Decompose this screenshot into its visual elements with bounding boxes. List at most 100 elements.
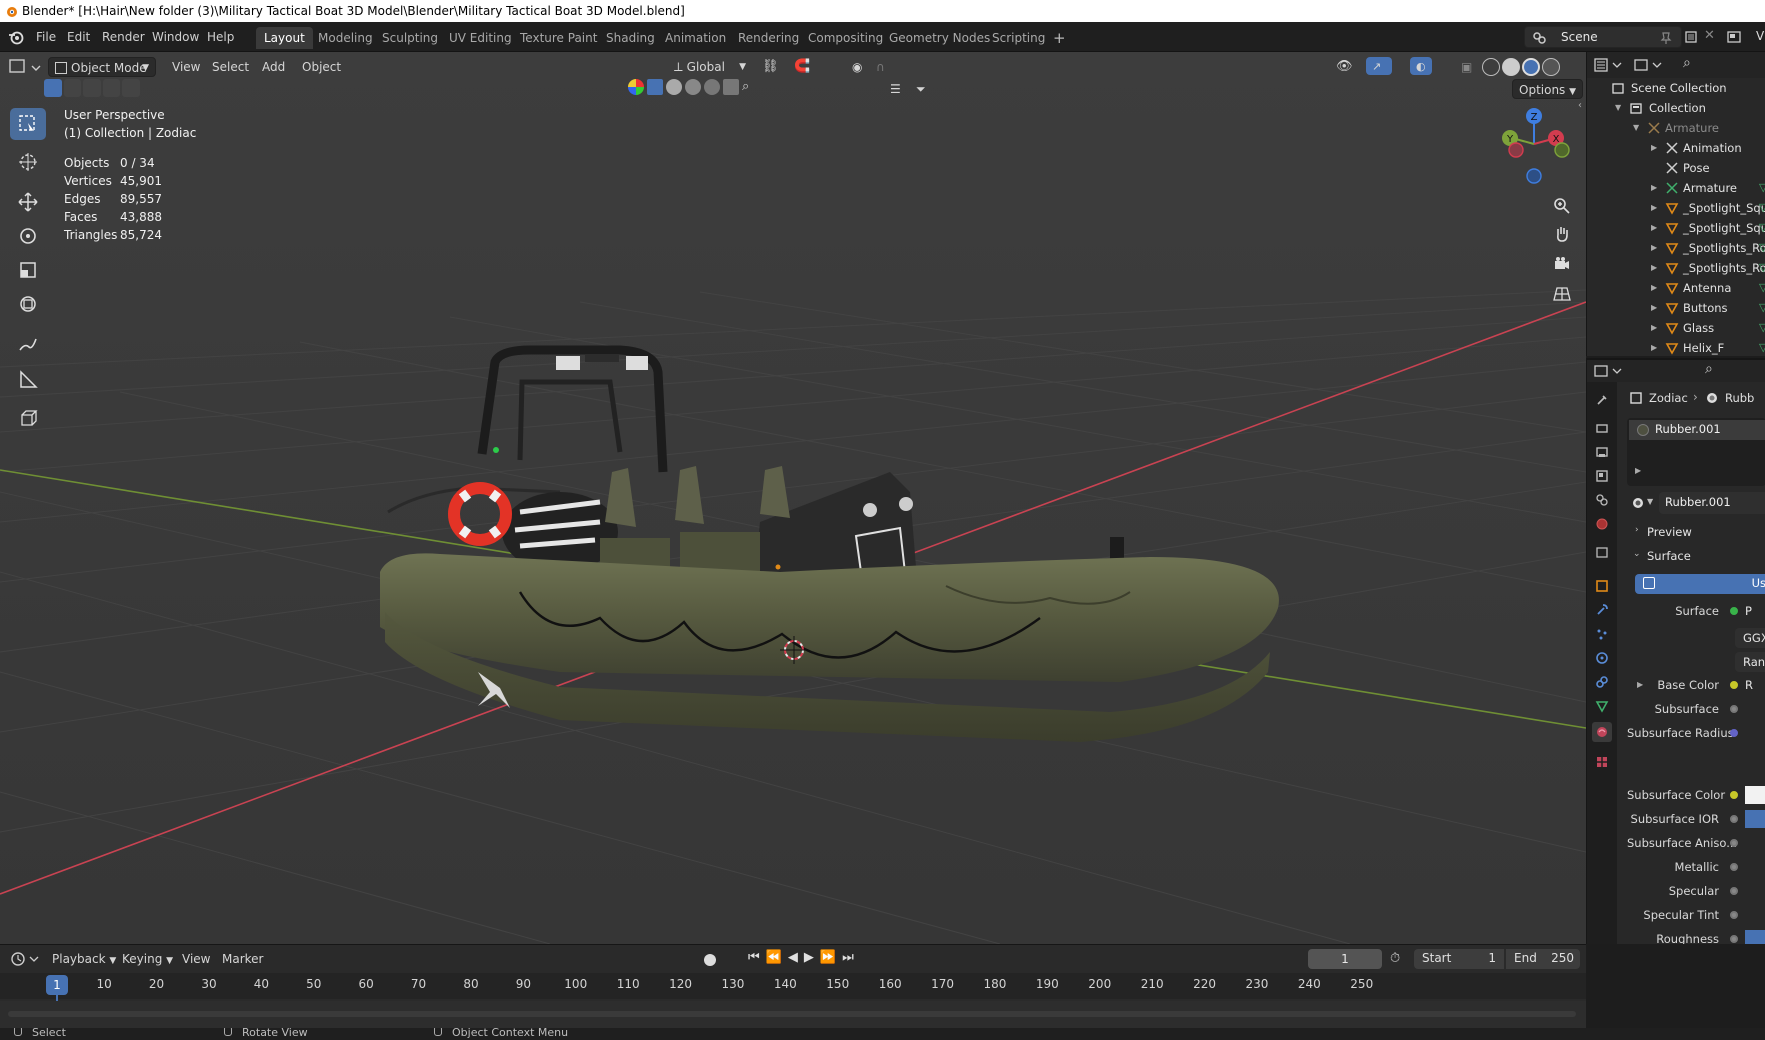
outliner-scene-collection[interactable]: Scene Collection <box>1587 78 1765 98</box>
roughness-slider[interactable] <box>1745 930 1765 944</box>
sort-icon[interactable]: ☰ <box>884 79 907 99</box>
delete-scene-icon[interactable]: ✕ <box>1704 28 1715 43</box>
outliner-item[interactable]: ▶ Armature ▽ <box>1587 178 1765 198</box>
end-frame-field[interactable]: End 250 <box>1506 949 1580 969</box>
mesh-data-icon[interactable]: ▽ <box>1759 318 1765 338</box>
tab-sculpting[interactable]: Sculpting <box>374 27 446 49</box>
viewport-menu-add[interactable]: Add <box>256 57 291 77</box>
outliner-item[interactable]: ▼ Armature <box>1587 118 1765 138</box>
select-intersect-icon[interactable] <box>122 79 140 97</box>
chevron-right-icon[interactable]: ▶ <box>1651 238 1657 258</box>
timeline-menu-playback[interactable]: Playback ▼ <box>46 949 122 969</box>
transform-tool[interactable] <box>10 288 46 320</box>
preview-range-icon[interactable]: ⏱ <box>1390 951 1400 966</box>
tab-physics[interactable] <box>1592 648 1612 668</box>
select-new-icon[interactable] <box>44 79 62 97</box>
pin-icon[interactable] <box>1659 31 1673 45</box>
tab-modeling[interactable]: Modeling <box>310 27 381 49</box>
tab-render[interactable] <box>1592 418 1612 438</box>
chevron-right-icon[interactable]: ▶ <box>1651 298 1657 318</box>
tab-view-layer[interactable] <box>1592 466 1612 486</box>
socket-gray-icon[interactable] <box>1730 911 1738 919</box>
falloff-icon[interactable]: ∩ <box>870 57 891 77</box>
mesh-data-icon[interactable]: ▽ <box>1759 198 1765 218</box>
timeline-menu-keying[interactable]: Keying ▼ <box>116 949 179 969</box>
tab-layout[interactable]: Layout <box>256 27 313 49</box>
jump-start-icon[interactable]: ⏮ <box>748 950 760 970</box>
outliner-item[interactable]: ▶ Buttons ▽ <box>1587 298 1765 318</box>
tab-object[interactable] <box>1592 576 1612 596</box>
tab-geometry-nodes[interactable]: Geometry Nodes <box>881 27 998 49</box>
chevron-right-icon[interactable]: ▶ <box>1651 178 1657 198</box>
tab-constraints[interactable] <box>1592 672 1612 692</box>
editor-type-icon[interactable] <box>8 58 44 76</box>
tab-scene[interactable] <box>1592 490 1612 510</box>
mesh-data-icon[interactable]: ▽ <box>1759 258 1765 278</box>
view-layer-name[interactable]: V <box>1756 29 1764 43</box>
material-browse-icon[interactable] <box>1631 496 1645 510</box>
xray-icon[interactable]: ▣ <box>1455 57 1478 77</box>
outliner-editor-icon[interactable] <box>1593 57 1625 73</box>
subsurface-ior-slider[interactable] <box>1745 810 1765 828</box>
mesh-data-icon[interactable]: ▽ <box>1759 298 1765 318</box>
mode-selector[interactable]: Object Mode ▼ <box>48 57 156 77</box>
preview-section[interactable]: › Preview <box>1627 522 1765 544</box>
tab-animation[interactable]: Animation <box>657 27 734 49</box>
pivot-point-icon[interactable]: ⛓ <box>756 57 785 77</box>
play-reverse-icon[interactable]: ◀ <box>788 950 798 970</box>
start-frame-field[interactable]: Start 1 <box>1414 949 1504 969</box>
measure-tool[interactable] <box>10 364 46 396</box>
display-mode-icon[interactable] <box>1633 57 1665 73</box>
material-selector[interactable]: ▼ Rubber.001 <box>1627 492 1765 514</box>
use-nodes-button[interactable]: Us <box>1635 574 1765 594</box>
scale-tool[interactable] <box>10 254 46 286</box>
subsurface-color-swatch[interactable] <box>1745 786 1765 804</box>
other-filter-icon[interactable] <box>723 79 739 95</box>
chevron-right-icon[interactable]: ▶ <box>1651 338 1657 356</box>
playhead-frame[interactable]: 1 <box>46 975 68 995</box>
tab-rendering[interactable]: Rendering <box>730 27 807 49</box>
menu-edit[interactable]: Edit <box>63 28 94 46</box>
tab-output[interactable] <box>1592 442 1612 462</box>
outliner-item[interactable]: ▶ _Spotlights_Ro▽ <box>1587 258 1765 278</box>
socket-gray-icon[interactable] <box>1730 839 1738 847</box>
menu-render[interactable]: Render <box>98 28 149 46</box>
filter-icon[interactable]: ⏷ <box>910 79 932 99</box>
mesh-data-icon[interactable]: ▽ <box>1759 238 1765 258</box>
tab-texture-paint[interactable]: Texture Paint <box>512 27 605 49</box>
cursor-tool[interactable] <box>10 146 46 178</box>
tab-compositing[interactable]: Compositing <box>800 27 891 49</box>
tab-collection[interactable] <box>1592 542 1612 562</box>
outliner-item[interactable]: ▶ Antenna ▽ <box>1587 278 1765 298</box>
mesh-data-icon[interactable]: ▽ <box>1759 178 1765 198</box>
socket-green-icon[interactable] <box>1730 607 1738 615</box>
curve-filter-icon[interactable] <box>666 79 682 95</box>
chevron-right-icon[interactable]: ▶ <box>1651 218 1657 238</box>
wireframe-shading-icon[interactable] <box>1482 58 1500 76</box>
options-button[interactable]: Options ▼ <box>1512 79 1584 99</box>
outliner-item[interactable]: ▶ _Spotlights_Ro▽ <box>1587 238 1765 258</box>
chevron-right-icon[interactable]: ▶ <box>1651 198 1657 218</box>
socket-yellow-icon[interactable] <box>1730 791 1738 799</box>
properties-editor-icon[interactable] <box>1593 363 1625 379</box>
solid-shading-icon[interactable] <box>1502 58 1520 76</box>
outliner-item[interactable]: ▶ _Spotlight_Squ▽ <box>1587 198 1765 218</box>
tab-material[interactable] <box>1592 722 1612 742</box>
base-color-value[interactable]: R <box>1745 678 1753 692</box>
zoom-view-button[interactable] <box>1548 192 1576 220</box>
add-cube-tool[interactable] <box>10 402 46 434</box>
chevron-right-icon[interactable]: ▶ <box>1651 278 1657 298</box>
chevron-right-icon[interactable]: ▶ <box>1651 138 1657 158</box>
annotate-tool[interactable] <box>10 328 46 360</box>
jump-end-icon[interactable]: ⏭ <box>842 950 854 970</box>
view-layer-icon[interactable] <box>1726 29 1742 45</box>
chevron-right-icon[interactable]: ▶ <box>1651 258 1657 278</box>
outliner-item[interactable]: ▶ Animation <box>1587 138 1765 158</box>
search-icon[interactable]: ⌕ <box>742 79 749 99</box>
menu-file[interactable]: File <box>32 28 60 46</box>
pan-view-button[interactable] <box>1548 220 1576 248</box>
expand-icon[interactable]: ▶ <box>1635 466 1641 475</box>
visibility-icon[interactable]: 👁 <box>1330 57 1359 77</box>
socket-gray-icon[interactable] <box>1730 815 1738 823</box>
move-tool[interactable] <box>10 186 46 218</box>
